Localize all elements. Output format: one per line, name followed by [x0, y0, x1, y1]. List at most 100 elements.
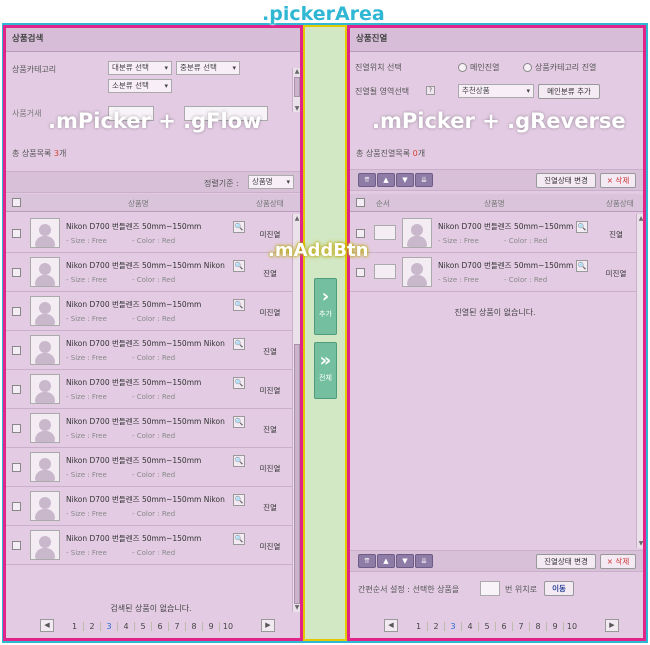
- page-link[interactable]: 4: [461, 622, 478, 631]
- zoom-icon[interactable]: 🔍: [233, 299, 245, 311]
- move-bottom-icon[interactable]: ⇊: [415, 173, 433, 187]
- zoom-icon[interactable]: 🔍: [233, 377, 245, 389]
- row-checkbox[interactable]: [12, 346, 21, 355]
- add-button[interactable]: › 추가: [314, 278, 337, 335]
- radio-circle[interactable]: [523, 63, 532, 72]
- zoom-icon[interactable]: 🔍: [233, 533, 245, 545]
- scroll-up-icon[interactable]: ▲: [293, 68, 300, 75]
- delete-button[interactable]: × 삭제: [600, 173, 636, 188]
- scroll-down-icon[interactable]: ▼: [637, 540, 643, 547]
- page-link[interactable]: 3: [100, 622, 117, 631]
- help-icon[interactable]: ?: [426, 86, 435, 95]
- page-link[interactable]: 8: [185, 622, 202, 631]
- filter-scrollbar[interactable]: ▲ ▼: [292, 68, 300, 112]
- small-category-select[interactable]: 소분류 선택 ▾: [108, 79, 172, 93]
- select-all-checkbox[interactable]: [356, 198, 365, 207]
- page-link[interactable]: 1: [66, 622, 83, 631]
- add-button-annotation: .mAddBtn: [268, 240, 369, 261]
- row-checkbox[interactable]: [12, 463, 21, 472]
- product-color: - Color : Red: [132, 432, 176, 440]
- page-link[interactable]: 8: [529, 622, 546, 631]
- list-scrollbar[interactable]: ▲ ▼: [636, 214, 643, 548]
- page-link[interactable]: 7: [512, 622, 529, 631]
- order-setting-label: 간편순서 설정 : 선택한 상품을: [358, 585, 460, 594]
- product-thumbnail: [30, 374, 60, 404]
- move-down-icon[interactable]: ▼: [396, 173, 414, 187]
- page-link[interactable]: 6: [151, 622, 168, 631]
- page-link[interactable]: 4: [117, 622, 134, 631]
- product-size: - Size : Free: [66, 510, 107, 518]
- move-up-icon[interactable]: ▲: [377, 554, 395, 568]
- next-page-button[interactable]: ▶: [261, 619, 275, 632]
- page-link[interactable]: 9: [546, 622, 563, 631]
- zoom-icon[interactable]: 🔍: [576, 260, 588, 272]
- scroll-up-icon[interactable]: ▲: [293, 215, 300, 222]
- search-label: 사품거새: [12, 109, 42, 118]
- page-link[interactable]: 9: [202, 622, 219, 631]
- zoom-icon[interactable]: 🔍: [233, 338, 245, 350]
- page-link[interactable]: 6: [495, 622, 512, 631]
- page-link[interactable]: 1: [410, 622, 427, 631]
- prev-icon: ◀: [44, 621, 50, 629]
- product-thumbnail: [30, 296, 60, 326]
- page-link[interactable]: 10: [563, 622, 580, 631]
- status-change-button[interactable]: 진열상태 변경: [536, 554, 596, 569]
- row-checkbox[interactable]: [12, 502, 21, 511]
- row-checkbox[interactable]: [12, 229, 21, 238]
- status-change-button[interactable]: 진열상태 변경: [536, 173, 596, 188]
- zoom-icon[interactable]: 🔍: [233, 494, 245, 506]
- row-checkbox[interactable]: [12, 307, 21, 316]
- select-all-checkbox[interactable]: [12, 198, 21, 207]
- list-scrollbar[interactable]: ▲ ▼: [292, 214, 300, 612]
- move-top-icon[interactable]: ⇈: [358, 173, 376, 187]
- page-link[interactable]: 2: [83, 622, 100, 631]
- large-category-select[interactable]: 대분류 선택 ▾: [108, 61, 172, 75]
- scroll-thumb[interactable]: [294, 77, 300, 97]
- page-link[interactable]: 3: [444, 622, 461, 631]
- zoom-icon[interactable]: 🔍: [576, 221, 588, 233]
- row-checkbox[interactable]: [12, 424, 21, 433]
- zoom-icon[interactable]: 🔍: [233, 455, 245, 467]
- move-button[interactable]: 이동: [544, 581, 574, 596]
- radio-category-display[interactable]: 상품카테고리 진열: [523, 62, 596, 73]
- row-checkbox[interactable]: [356, 268, 365, 277]
- move-bottom-icon[interactable]: ⇊: [415, 554, 433, 568]
- order-input[interactable]: [374, 264, 396, 279]
- row-checkbox[interactable]: [356, 229, 365, 238]
- row-checkbox[interactable]: [12, 541, 21, 550]
- order-position-input[interactable]: [480, 581, 500, 596]
- page-link[interactable]: 5: [134, 622, 151, 631]
- sort-select[interactable]: 상품명 ▾: [248, 175, 294, 189]
- count-label: 총 상품진열목록: [356, 149, 411, 158]
- prev-page-button[interactable]: ◀: [40, 619, 54, 632]
- page-link[interactable]: 7: [168, 622, 185, 631]
- move-down-icon[interactable]: ▼: [396, 554, 414, 568]
- page-link[interactable]: 10: [219, 622, 236, 631]
- page-link[interactable]: 2: [427, 622, 444, 631]
- next-page-button[interactable]: ▶: [605, 619, 619, 632]
- zoom-icon[interactable]: 🔍: [233, 260, 245, 272]
- zoom-icon[interactable]: 🔍: [233, 221, 245, 233]
- row-checkbox[interactable]: [12, 268, 21, 277]
- column-header-name: 상품명: [484, 199, 505, 208]
- move-top-icon[interactable]: ⇈: [358, 554, 376, 568]
- display-area-select[interactable]: 추천상품 ▾: [458, 84, 534, 98]
- product-name: Nikon D700 번들렌즈 50mm~150mm: [66, 534, 202, 543]
- scroll-thumb[interactable]: [294, 344, 300, 604]
- row-checkbox[interactable]: [12, 385, 21, 394]
- zoom-icon[interactable]: 🔍: [233, 416, 245, 428]
- move-up-icon[interactable]: ▲: [377, 173, 395, 187]
- medium-category-select[interactable]: 중분류 선택 ▾: [176, 61, 240, 75]
- delete-button[interactable]: × 삭제: [600, 554, 636, 569]
- add-main-category-button[interactable]: 메인분류 추가: [538, 84, 600, 99]
- scroll-down-icon[interactable]: ▼: [293, 604, 300, 611]
- page-link[interactable]: 5: [478, 622, 495, 631]
- radio-circle[interactable]: [458, 63, 467, 72]
- scroll-down-icon[interactable]: ▼: [293, 105, 300, 112]
- prev-page-button[interactable]: ◀: [384, 619, 398, 632]
- add-all-button[interactable]: » 전체: [314, 342, 337, 399]
- order-input[interactable]: [374, 225, 396, 240]
- product-thumbnail: [30, 218, 60, 248]
- scroll-up-icon[interactable]: ▲: [637, 215, 643, 222]
- radio-main-display[interactable]: 메인진열: [458, 62, 499, 73]
